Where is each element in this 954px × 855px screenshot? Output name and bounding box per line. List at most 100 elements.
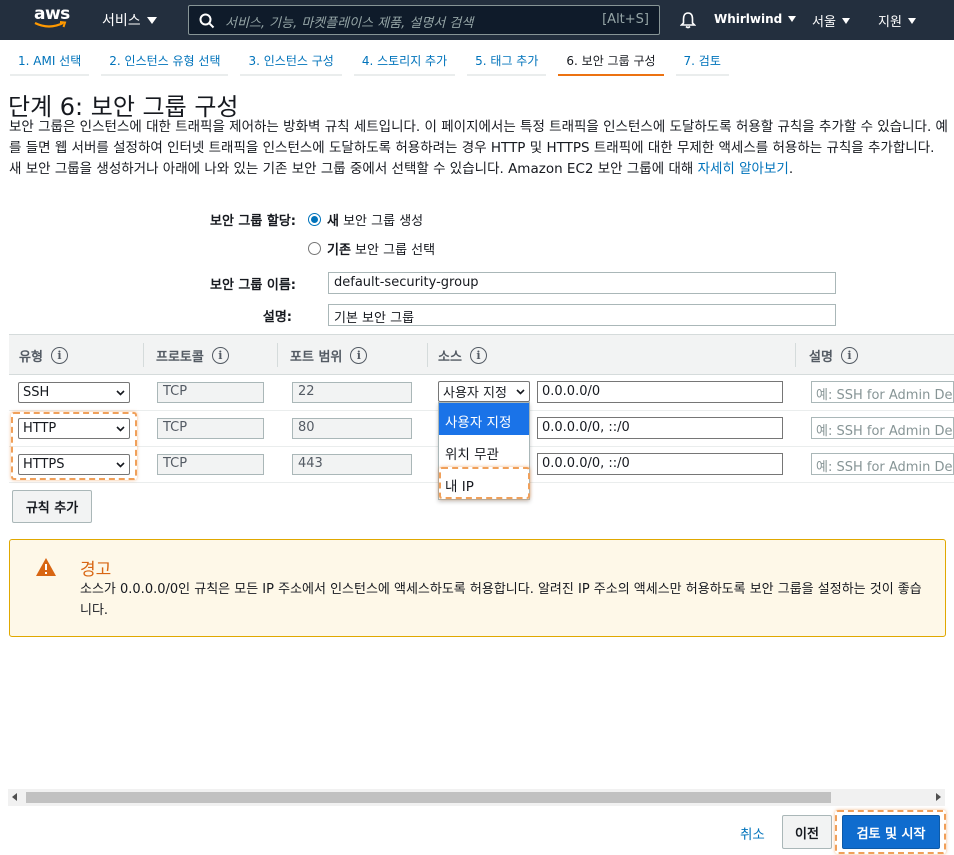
top-nav: aws 서비스 서비스, 기능, 마켓플레이스 제품, 설명서 검색 [Alt+… (0, 0, 954, 40)
th-protocol-label: 프로토콜 (156, 350, 204, 365)
chevron-down-icon (116, 390, 125, 396)
cidr-input-row1[interactable]: 0.0.0.0/0 (537, 381, 783, 403)
caret-down-icon (907, 17, 916, 24)
th-port-label: 포트 범위 (290, 350, 343, 365)
launch-highlight (835, 810, 946, 854)
cancel-link[interactable]: 취소 (740, 823, 765, 843)
user-name: Whirlwind (714, 12, 783, 26)
previous-button[interactable]: 이전 (782, 815, 832, 849)
type-select-row1[interactable]: SSH (18, 382, 130, 403)
scroll-right-icon[interactable] (936, 793, 941, 801)
radio-existing-rest: 보안 그룹 선택 (350, 243, 436, 258)
cidr-input-row3[interactable]: 0.0.0.0/0, ::/0 (537, 453, 783, 475)
cidr-input-row2[interactable]: 0.0.0.0/0, ::/0 (537, 417, 783, 439)
th-source-label: 소스 (438, 350, 462, 365)
column-divider (143, 343, 144, 367)
radio-button-checked[interactable] (308, 213, 321, 226)
info-icon[interactable]: i (350, 347, 368, 364)
aws-logo[interactable]: aws (34, 5, 70, 35)
warning-title: 경고 (80, 560, 112, 580)
learn-more-link[interactable]: 자세히 알아보기 (698, 161, 789, 177)
radio-existing-bold: 기존 (327, 243, 351, 258)
scrollbar-thumb[interactable] (26, 792, 831, 803)
chevron-down-icon (516, 389, 525, 395)
info-icon[interactable]: i (50, 347, 68, 364)
info-icon[interactable]: i (211, 347, 229, 364)
warning-icon (36, 558, 56, 576)
assign-label: 보안 그룹 할당: (209, 214, 296, 229)
step-configure-instance[interactable]: 3. 인스턴스 구성 (240, 48, 342, 76)
info-icon[interactable]: i (840, 347, 858, 364)
region-menu[interactable]: 서울 (812, 11, 850, 30)
description-input-row2[interactable]: 예: SSH for Admin Desktop (811, 417, 954, 439)
group-name-label: 보안 그룹 이름: (209, 278, 296, 293)
step-security-group[interactable]: 6. 보안 그룹 구성 (558, 48, 664, 76)
description-label: 설명: (262, 310, 292, 325)
step-instance-type[interactable]: 2. 인스턴스 유형 선택 (101, 48, 229, 76)
radio-button[interactable] (308, 242, 321, 255)
warning-alert: 경고 소스가 0.0.0.0/0인 규칙은 모든 IP 주소에서 인스턴스에 액… (9, 539, 946, 637)
protocol-field-row1: TCP (157, 382, 264, 403)
source-select-row1[interactable]: 사용자 지정 (438, 381, 530, 402)
intro-body: 보안 그룹은 인스턴스에 대한 트래픽을 제어하는 방화벽 규칙 세트입니다. … (9, 119, 948, 177)
th-description: 설명 i (809, 346, 858, 365)
step-add-tags[interactable]: 5. 태그 추가 (467, 48, 547, 76)
region-name: 서울 (812, 15, 836, 30)
support-label: 지원 (878, 15, 902, 30)
radio-existing-label: 기존 보안 그룹 선택 (327, 239, 435, 258)
support-menu[interactable]: 지원 (878, 11, 916, 30)
column-divider (277, 343, 278, 367)
radio-new-bold: 새 (327, 214, 339, 229)
column-divider (427, 343, 428, 367)
horizontal-scrollbar[interactable] (8, 789, 945, 806)
services-label: 서비스 (102, 13, 141, 29)
port-field-row3: 443 (292, 454, 412, 475)
protocol-field-row2: TCP (157, 418, 264, 439)
radio-new-rest: 보안 그룹 생성 (338, 214, 424, 229)
type-highlight (11, 412, 137, 480)
th-port: 포트 범위 i (290, 346, 368, 365)
intro-suffix: . (788, 161, 794, 177)
wizard-steps: 1. AMI 선택 2. 인스턴스 유형 선택 3. 인스턴스 구성 4. 스토… (10, 48, 741, 76)
th-type: 유형 i (19, 346, 68, 365)
th-description-label: 설명 (809, 350, 833, 365)
port-field-row2: 80 (292, 418, 412, 439)
caret-down-icon (788, 16, 797, 22)
aws-logo-text: aws (34, 4, 70, 24)
my-ip-highlight (439, 467, 530, 499)
description-input-row3[interactable]: 예: SSH for Admin Desktop (811, 453, 954, 475)
caret-down-icon (841, 17, 850, 24)
user-menu[interactable]: Whirlwind (714, 12, 797, 26)
search-icon (199, 13, 215, 29)
rules-table-header: 유형 i 프로토콜 i 포트 범위 i 소스 i 설명 i (9, 334, 954, 375)
search-shortcut: [Alt+S] (602, 12, 649, 27)
source-value: 사용자 지정 (443, 386, 507, 401)
th-source: 소스 i (438, 346, 487, 365)
services-menu[interactable]: 서비스 (102, 10, 157, 30)
dropdown-option-anywhere[interactable]: 위치 무관 (439, 435, 529, 467)
th-protocol: 프로토콜 i (156, 346, 229, 365)
radio-new-label: 새 보안 그룹 생성 (327, 210, 423, 229)
description-input-row1[interactable]: 예: SSH for Admin Desktop (811, 381, 954, 403)
description-input[interactable]: 기본 보안 그룹 (328, 304, 836, 326)
add-rule-button[interactable]: 규칙 추가 (12, 490, 92, 523)
intro-text: 보안 그룹은 인스턴스에 대한 트래픽을 제어하는 방화벽 규칙 세트입니다. … (9, 117, 949, 180)
group-name-input[interactable]: default-security-group (328, 272, 836, 294)
radio-existing-group[interactable]: 기존 보안 그룹 선택 (308, 239, 435, 258)
search-placeholder: 서비스, 기능, 마켓플레이스 제품, 설명서 검색 (225, 16, 474, 31)
th-type-label: 유형 (19, 350, 43, 365)
caret-down-icon (146, 16, 157, 24)
warning-body: 소스가 0.0.0.0/0인 규칙은 모든 IP 주소에서 인스턴스에 액세스하… (80, 582, 922, 618)
column-divider (795, 343, 796, 367)
port-field-row1: 22 (292, 382, 412, 403)
bell-icon[interactable] (680, 11, 696, 29)
search-bar[interactable]: 서비스, 기능, 마켓플레이스 제품, 설명서 검색 [Alt+S] (188, 5, 660, 35)
step-add-storage[interactable]: 4. 스토리지 추가 (353, 48, 456, 76)
step-ami[interactable]: 1. AMI 선택 (10, 48, 90, 76)
dropdown-option-custom[interactable]: 사용자 지정 (439, 403, 529, 435)
scroll-left-icon[interactable] (12, 793, 17, 801)
info-icon[interactable]: i (469, 347, 487, 364)
radio-new-group[interactable]: 새 보안 그룹 생성 (308, 210, 423, 229)
step-review[interactable]: 7. 검토 (675, 48, 729, 76)
protocol-field-row3: TCP (157, 454, 264, 475)
